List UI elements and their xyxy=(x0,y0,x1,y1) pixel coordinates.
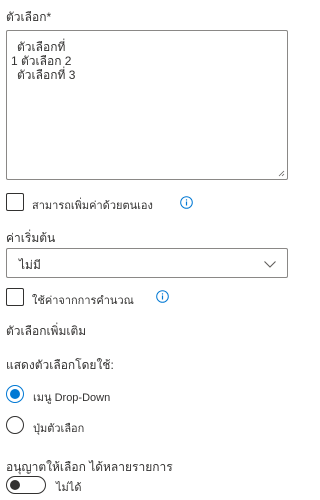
column-settings-panel: ตัวเลือก* ตัวเลือกที่ 1 ตัวเลือก 2 ตัวเล… xyxy=(0,0,294,500)
fill-in-checkbox[interactable] xyxy=(6,193,24,211)
default-value-selected: ไม่มี xyxy=(19,258,41,272)
calculated-value-label: ใช้ค่าจากการคำนวณ xyxy=(32,295,134,307)
multi-select-toggle[interactable] xyxy=(6,476,46,494)
radio-option-buttons[interactable] xyxy=(6,416,24,434)
more-options-heading: ตัวเลือกเพิ่มเติม xyxy=(6,324,87,338)
info-icon[interactable] xyxy=(156,290,169,303)
default-value-dropdown[interactable]: ไม่มี xyxy=(6,248,288,278)
choice-line-3: ตัวเลือกที่ 3 xyxy=(17,68,76,82)
required-marker: * xyxy=(46,10,52,24)
calculated-value-checkbox[interactable] xyxy=(6,288,24,306)
display-choices-label: แสดงตัวเลือกโดยใช้: xyxy=(6,358,114,372)
multi-select-label: อนุญาตให้เลือก ได้หลายรายการ xyxy=(6,460,173,474)
chevron-down-icon xyxy=(264,261,276,268)
resize-grip-icon[interactable] xyxy=(277,169,285,177)
choices-textarea[interactable]: ตัวเลือกที่ 1 ตัวเลือก 2 ตัวเลือกที่ 3 xyxy=(6,30,288,180)
multi-select-toggle-state: ไม่ได้ xyxy=(56,482,82,494)
info-icon[interactable] xyxy=(180,196,193,209)
radio-option-buttons-label: ปุ่มตัวเลือก xyxy=(33,423,85,435)
radio-dropdown-menu-label: เมนู Drop-Down xyxy=(33,392,111,404)
toggle-knob xyxy=(10,480,20,490)
default-value-label: ค่าเริ่มต้น xyxy=(6,231,56,245)
choices-label: ตัวเลือก* xyxy=(6,8,51,27)
radio-dropdown-menu[interactable] xyxy=(6,385,24,403)
choices-label-text: ตัวเลือก xyxy=(6,10,47,24)
fill-in-label: สามารถเพิ่มค่าด้วยตนเอง xyxy=(32,200,153,212)
